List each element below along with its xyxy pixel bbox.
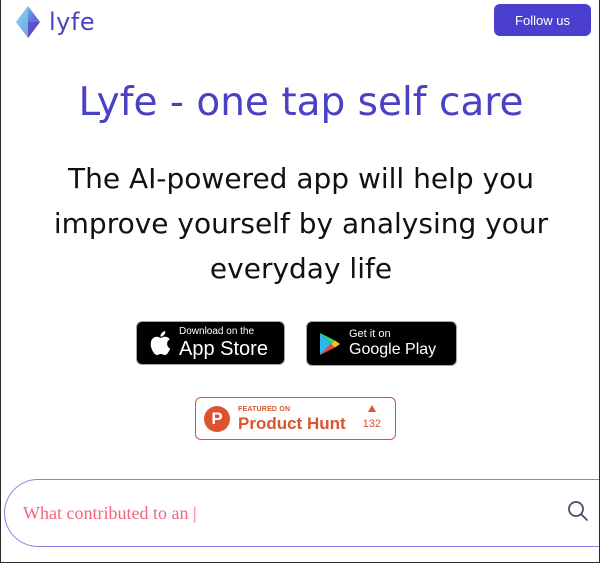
- page: lyfe Follow us Lyfe - one tap self care …: [0, 0, 600, 563]
- product-hunt-logo-icon: P: [204, 405, 230, 432]
- logo-text: lyfe: [49, 8, 96, 36]
- google-play-big-label: Google Play: [349, 341, 437, 358]
- google-play-small-label: Get it on: [349, 328, 391, 340]
- product-hunt-vote-count: 132: [362, 418, 381, 430]
- product-hunt-votes: 132: [363, 405, 381, 430]
- search-bar[interactable]: What contributed to an |: [4, 479, 599, 547]
- hero-title: Lyfe - one tap self care: [78, 80, 524, 125]
- product-hunt-featured-label: FEATURED ON: [238, 405, 291, 413]
- diamond-crystal-icon: [16, 6, 40, 38]
- app-store-small-label: Download on the: [179, 326, 255, 337]
- product-hunt-badge[interactable]: P FEATURED ON Product Hunt 132: [195, 397, 396, 440]
- app-store-button[interactable]: Download on the App Store: [136, 321, 285, 365]
- follow-us-button[interactable]: Follow us: [494, 4, 591, 36]
- app-store-big-label: App Store: [179, 338, 268, 360]
- search-input[interactable]: What contributed to an |: [23, 503, 197, 524]
- hero-subtitle: The AI-powered app will help you improve…: [53, 162, 549, 285]
- google-play-icon: [320, 332, 340, 355]
- logo[interactable]: lyfe: [15, 5, 95, 39]
- apple-icon: [150, 331, 171, 356]
- google-play-button[interactable]: Get it on Google Play: [306, 321, 457, 366]
- product-hunt-name: Product Hunt: [238, 413, 346, 433]
- upvote-arrow-icon: [367, 405, 376, 412]
- search-icon[interactable]: [567, 500, 589, 522]
